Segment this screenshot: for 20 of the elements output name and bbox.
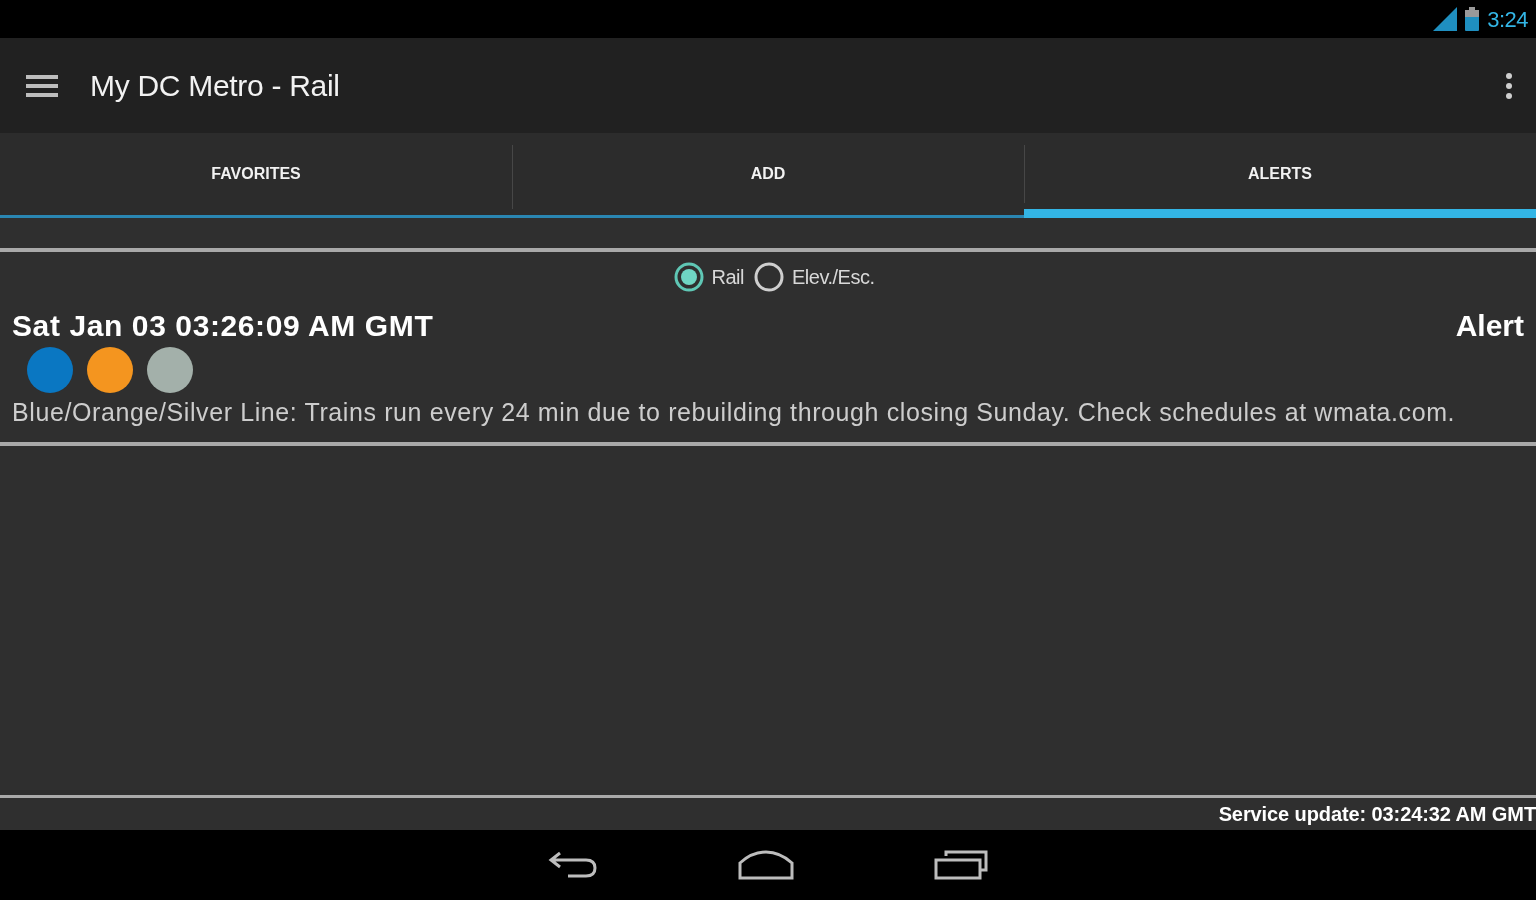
radio-option[interactable]: Elev./Esc.: [754, 262, 875, 292]
home-icon[interactable]: [738, 850, 794, 880]
alert-time: Sat Jan 03 03:26:09 AM GMT: [12, 308, 434, 344]
tab[interactable]: ADD: [512, 133, 1024, 218]
tab[interactable]: ALERTS: [1024, 133, 1536, 218]
radio-option[interactable]: Rail: [673, 262, 744, 292]
back-icon[interactable]: [548, 850, 598, 880]
recents-icon[interactable]: [934, 850, 988, 880]
tab[interactable]: FAVORITES: [0, 133, 512, 218]
overflow-menu-icon[interactable]: [1506, 72, 1512, 99]
radio-icon[interactable]: [673, 262, 704, 292]
signal-icon: [1433, 7, 1458, 31]
clock-time: 3:24: [1487, 5, 1528, 34]
radio-icon[interactable]: [754, 262, 784, 292]
menu-icon[interactable]: [26, 74, 58, 97]
alert-message: Blue/Orange/Silver Line: Trains run every 24 min due to rebuilding through closing Sunday. Check schedules at wmata.com.: [12, 397, 1457, 428]
alert-heading: Alert: [1455, 308, 1524, 344]
app-title: My DC Metro - Rail: [90, 68, 340, 104]
service-update-text: Service update: 03:24:32 AM GMT: [1218, 802, 1536, 827]
battery-icon: [1465, 7, 1480, 31]
